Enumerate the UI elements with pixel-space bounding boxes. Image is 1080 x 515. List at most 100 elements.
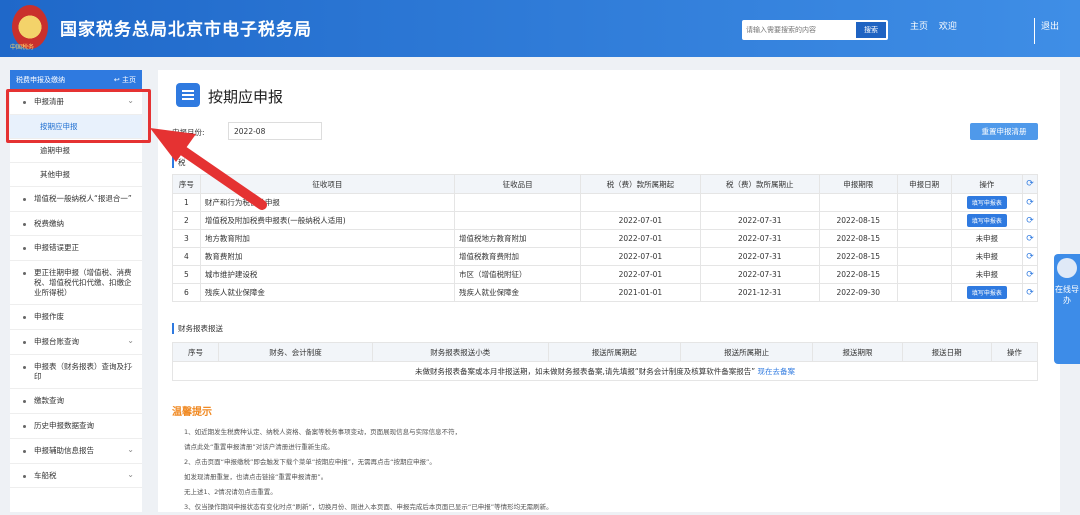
fill-form-button[interactable]: 填写申报表 [966, 196, 1007, 209]
sidebar-item-label: 申报表（财务报表）查询及打印 [34, 361, 132, 381]
month-input[interactable]: 2022-08 [228, 122, 322, 140]
financial-report-table: 序号 财务、会计制度 财务报表报送小类 报送所属期起 报送所属期止 报送期限 报送日期 操作 … [171, 342, 1039, 381]
sidebar-item-report-query[interactable]: 申报表（财务报表）查询及打印 ⌄ [10, 355, 142, 390]
chevron-down-icon: ⌄ [127, 336, 134, 345]
table-cell [896, 265, 952, 284]
table-header-cell: 税（费）款所属期止 [699, 174, 820, 194]
table-header-cell: 征收品目 [453, 174, 582, 194]
sidebar-item-history[interactable]: 历史申报数据查询 [10, 414, 142, 439]
table-header-cell: 报送期限 [812, 342, 903, 362]
table-cell: 增值税地方教育附加 [453, 229, 582, 248]
op-cell: 填写申报表 [950, 283, 1024, 302]
fill-form-button[interactable]: 填写申报表 [966, 286, 1007, 299]
sidebar-subitem-other[interactable]: 其他申报 [10, 163, 142, 187]
sidebar-item-payment-query[interactable]: 缴款查询 [10, 389, 142, 414]
table-cell [818, 193, 898, 212]
table-cell: 残疾人就业保障金 [453, 283, 582, 302]
table-cell [896, 211, 952, 230]
table-cell [699, 193, 820, 212]
sidebar-header: 税费申报及缴纳 ↩ 主页 [10, 70, 142, 90]
refresh-icon[interactable]: ⟳ [1022, 265, 1038, 284]
table-header-cell: 申报日期 [896, 174, 952, 194]
refresh-icon[interactable]: ⟳ [1022, 174, 1038, 194]
table-row: 未做财务报表备案或本月非报送期，如未做财务报表备案,请先填报“财务会计制度及核算… [172, 361, 1038, 381]
assistant-avatar-icon [1057, 258, 1077, 278]
chevron-down-icon: ⌄ [127, 469, 134, 479]
table-cell: 1 [172, 193, 201, 212]
chevron-down-icon: ⌄ [127, 444, 134, 454]
table-cell: 市区（增值税附征） [453, 265, 582, 284]
table-cell: 2022-09-30 [818, 283, 898, 302]
table-cell: 2022-08-15 [818, 211, 898, 230]
table-row: 3 地方教育附加 增值税地方教育附加 2022-07-01 2022-07-31 2022… [172, 229, 1038, 248]
refresh-icon[interactable]: ⟳ [1022, 229, 1038, 248]
online-help-widget[interactable]: 在线导办 [1054, 254, 1080, 364]
table-cell: 2022-08-15 [818, 247, 898, 266]
sidebar-item-aux-report[interactable]: 申报辅助信息报告 ⌄ [10, 439, 142, 464]
table-row: 4 教育费附加 增值税教育费附加 2022-07-01 2022-07-31 2022-0… [172, 247, 1038, 266]
table-cell [896, 247, 952, 266]
declaration-table: 序号 征收项目 征收品目 税（费）款所属期起 税（费）款所属期止 申报期限 申报日期 操作 ⟳ … [172, 174, 1038, 302]
table-cell [896, 193, 952, 212]
table-cell: 2022-07-01 [580, 211, 701, 230]
refresh-icon[interactable]: ⟳ [1022, 193, 1038, 212]
table-cell: 2022-07-31 [699, 229, 820, 248]
search-button[interactable]: 搜索 [856, 22, 886, 38]
table-header-cell: 征收项目 [199, 174, 455, 194]
table-header-cell: 操作 [990, 342, 1039, 362]
tip-line: 无上述1、2情况请勿点击重置。 [184, 488, 277, 496]
table-cell: 2 [172, 211, 201, 230]
table-notice-cell: 未做财务报表备案或本月非报送期，如未做财务报表备案,请先填报“财务会计制度及核算… [172, 361, 1038, 381]
header-divider [1034, 18, 1035, 44]
table-header-cell: 税（费）款所属期起 [580, 174, 701, 194]
welcome-text: 欢迎 [938, 22, 957, 32]
logo-subtitle: 中国税务 [10, 44, 35, 51]
table-header-cell: 序号 [172, 174, 201, 194]
tip-line: 2、点击页面“申报缴税”即会触发下载个菜单“按期应申报”，无需再点击“按期应申报… [184, 458, 436, 466]
table-row: 2 增值税及附加税费申报表(一般纳税人适用) 2022-07-01 2022-07-3… [172, 211, 1038, 230]
sidebar-item-void[interactable]: 申报作废 [10, 305, 142, 330]
fill-form-button[interactable]: 填写申报表 [966, 214, 1007, 227]
table-cell: 6 [172, 283, 201, 302]
table-row: 1 财产和行为税合并申报 填写申报表 ⟳ [172, 193, 1038, 212]
sidebar-home-label: 主页 [122, 76, 136, 84]
table-header-cell: 财务报表报送小类 [372, 342, 549, 362]
tip-line: 3、仅当操作期间申报状态有变化时点“刷新”，切换月份、刚进入本页面、申报完成后本… [184, 503, 553, 511]
table-cell: 残疾人就业保障金 [199, 283, 455, 302]
go-record-link[interactable]: 现在去备案 [758, 367, 796, 376]
table-cell [580, 193, 701, 212]
table-cell: 4 [172, 247, 201, 266]
table-cell [896, 229, 952, 248]
refresh-icon[interactable]: ⟳ [1022, 211, 1038, 230]
search-input[interactable] [746, 23, 850, 37]
table-cell: 5 [172, 265, 201, 284]
main-content: 按期应申报 申报月份: 2022-08 重置申报清册 税 序号 征收项目 征收品目税… [158, 70, 1060, 512]
sidebar-item-vehicle-tax[interactable]: 车船税 ⌄ [10, 464, 142, 489]
sidebar-item-vat-refund[interactable]: 增值税一般纳税人“报退合一” [10, 187, 142, 212]
refresh-icon[interactable]: ⟳ [1022, 247, 1038, 266]
table-cell: 增值税及附加税费申报表(一般纳税人适用) [199, 211, 455, 230]
sidebar-item-ledger[interactable]: 申报台账查询 ⌄ [10, 330, 142, 355]
status-text: 未申报 [975, 252, 999, 261]
table-cell: 3 [172, 229, 201, 248]
table-cell: 2021-12-31 [699, 283, 820, 302]
tip-line: 如发现清册重复，也请点击链接“重置申报清册”。 [184, 473, 328, 481]
sidebar-home-link[interactable]: ↩ 主页 [114, 75, 136, 85]
table-header-cell: 序号 [171, 342, 220, 362]
chevron-down-icon: ⌄ [127, 360, 134, 370]
op-cell: 未申报 [950, 265, 1024, 284]
table-cell: 财产和行为税合并申报 [199, 193, 455, 212]
op-cell: 填写申报表 [950, 193, 1024, 212]
reset-list-button[interactable]: 重置申报清册 [970, 123, 1038, 140]
sidebar-item-correction[interactable]: 申报错误更正 [10, 236, 142, 261]
logout-link[interactable]: 退出 [1041, 19, 1059, 32]
home-link[interactable]: 主页 [910, 22, 928, 32]
sidebar-item-label: 申报辅助信息报告 [34, 445, 94, 455]
sidebar-item-past-correction[interactable]: 更正往期申报（增值税、消费税、增值税代扣代缴、扣缴企业所得税） [10, 261, 142, 306]
table-cell: 2022-08-15 [818, 265, 898, 284]
sidebar-item-payment[interactable]: 税费缴纳 [10, 212, 142, 237]
op-cell: 填写申报表 [950, 211, 1024, 230]
table-header-cell: 报送所属期起 [547, 342, 681, 362]
table-header-cell: 申报期限 [818, 174, 898, 194]
refresh-icon[interactable]: ⟳ [1022, 283, 1038, 302]
